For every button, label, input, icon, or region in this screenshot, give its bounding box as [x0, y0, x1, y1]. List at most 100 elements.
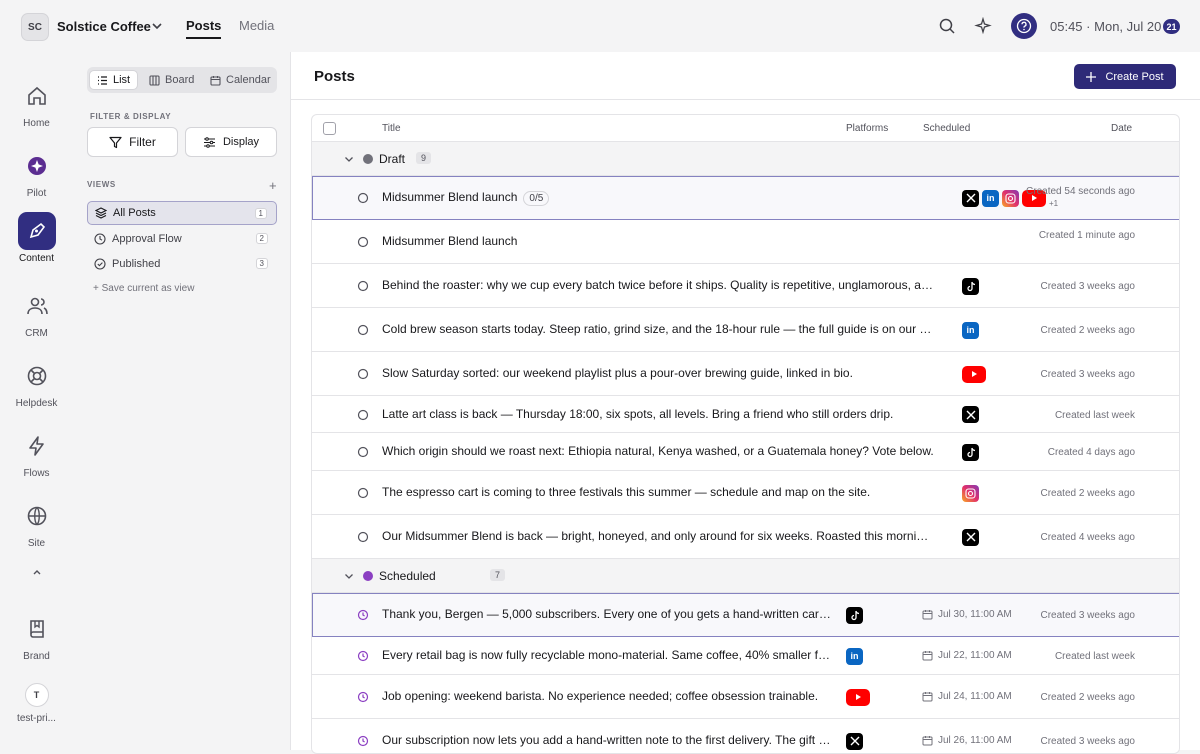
platforms-more: +1 [1049, 199, 1059, 208]
workspace-name[interactable]: Solstice Coffee [57, 19, 151, 34]
chevron-up-icon [33, 570, 40, 575]
post-title[interactable]: Slow Saturday sorted: our weekend playli… [382, 366, 853, 380]
create-post-button[interactable]: Create Post [1074, 64, 1176, 89]
board-icon [149, 74, 160, 86]
linkedin-icon: in [846, 647, 863, 665]
table-header: Title Platforms Scheduled Date [312, 115, 1179, 142]
rail-item-flows[interactable]: Flows [0, 427, 73, 479]
post-title[interactable]: Our subscription now lets you add a hand… [382, 733, 834, 747]
calendar-icon [922, 692, 933, 702]
view-list-label: List [113, 74, 131, 86]
table-row[interactable]: Which origin should we roast next: Ethio… [312, 433, 1179, 471]
table-row[interactable]: The espresso cart is coming to three fes… [312, 471, 1179, 515]
column-date[interactable]: Date [1111, 123, 1132, 134]
post-title[interactable]: Which origin should we roast next: Ethio… [382, 444, 934, 458]
add-view-button[interactable]: + [269, 178, 277, 193]
table-row[interactable]: Our Midsummer Blend is back — bright, ho… [312, 515, 1179, 559]
post-title[interactable]: The espresso cart is coming to three fes… [382, 485, 870, 499]
chevron-down-icon[interactable] [150, 19, 164, 33]
avatar: T [24, 683, 49, 707]
table-row[interactable]: Midsummer Blend launch 0/5 in +1 Created 54 … [312, 176, 1179, 220]
x-icon [846, 732, 863, 750]
table-row[interactable]: Latte art class is back — Thursday 18:00… [312, 396, 1179, 433]
tab-media[interactable]: Media [239, 18, 274, 37]
scheduled-date-text: Jul 22, 11:00 AM [938, 650, 1012, 661]
group-label: Scheduled [379, 569, 436, 583]
post-title-text: Midsummer Blend launch [382, 234, 518, 248]
post-title[interactable]: Cold brew season starts today. Steep rat… [382, 322, 934, 336]
post-title[interactable]: Thank you, Bergen — 5,000 subscribers. E… [382, 607, 834, 621]
table-row[interactable]: Thank you, Bergen — 5,000 subscribers. E… [312, 593, 1179, 637]
rail-item-helpdesk[interactable]: Helpdesk [0, 357, 73, 409]
rail-item-home[interactable]: Home [0, 77, 73, 129]
column-scheduled[interactable]: Scheduled [923, 123, 970, 134]
post-title[interactable]: Job opening: weekend barista. No experie… [382, 689, 818, 703]
layers-icon [95, 207, 107, 219]
check-circle-icon [94, 258, 106, 270]
view-item-approval-flow[interactable]: Approval Flow 2 [87, 227, 277, 251]
post-title[interactable]: Behind the roaster: why we cup every bat… [382, 278, 934, 292]
youtube-icon [962, 365, 986, 383]
platform-icons [962, 443, 979, 461]
table-row[interactable]: Behind the roaster: why we cup every bat… [312, 264, 1179, 308]
table-row[interactable]: Midsummer Blend launch Created 1 minute a… [312, 220, 1179, 264]
create-post-label: Create Post [1105, 70, 1164, 83]
pilot-icon [18, 147, 56, 185]
instagram-icon [1002, 189, 1019, 207]
filter-icon [109, 136, 122, 148]
globe-icon [18, 497, 56, 535]
rail-item-crm[interactable]: CRM [0, 287, 73, 339]
post-title[interactable]: Every retail bag is now fully recyclable… [382, 648, 834, 662]
view-board-button[interactable]: Board [142, 70, 201, 90]
view-calendar-button[interactable]: Calendar [203, 70, 278, 90]
view-item-published[interactable]: Published 3 [87, 252, 277, 276]
draft-status-icon [357, 487, 369, 499]
view-item-all-posts[interactable]: All Posts 1 [87, 201, 277, 225]
collapse-toggle[interactable] [0, 566, 73, 581]
table-row[interactable]: Slow Saturday sorted: our weekend playli… [312, 352, 1179, 396]
post-title[interactable]: Midsummer Blend launch 0/5 [382, 190, 550, 206]
workspace-avatar[interactable]: SC [21, 13, 49, 41]
main-panel: Posts Create Post Title Platforms Schedu… [290, 52, 1200, 754]
top-bar: SC Solstice Coffee Posts Media 05:45 · M… [0, 0, 1200, 52]
post-title[interactable]: Latte art class is back — Thursday 18:00… [382, 407, 893, 421]
view-list-button[interactable]: List [89, 70, 139, 90]
search-icon[interactable] [938, 17, 956, 35]
rail-item-content[interactable]: Content [0, 212, 73, 264]
user-menu[interactable]: T test-pri... [0, 683, 73, 724]
platform-icons: in [962, 321, 979, 339]
platform-icons [962, 484, 979, 502]
list-icon [98, 75, 107, 85]
created-date: Created 2 weeks ago [1040, 325, 1135, 336]
filter-button[interactable]: Filter [87, 127, 178, 157]
rail-item-pilot[interactable]: Pilot [0, 147, 73, 199]
scheduled-status-icon [357, 609, 369, 621]
sparkle-icon[interactable] [974, 17, 992, 35]
scheduled-date: Jul 30, 11:00 AM [922, 609, 1012, 620]
help-button[interactable] [1011, 13, 1037, 39]
group-header-scheduled[interactable]: Scheduled 7 [312, 559, 1179, 593]
main-header: Posts Create Post [291, 52, 1200, 100]
rail-item-site[interactable]: Site [0, 497, 73, 549]
status-dot [363, 571, 373, 581]
post-title-text: Every retail bag is now fully recyclable… [382, 648, 834, 662]
group-header-draft[interactable]: Draft 9 [312, 142, 1179, 176]
tab-posts[interactable]: Posts [186, 18, 222, 39]
table-row[interactable]: Job opening: weekend barista. No experie… [312, 675, 1179, 719]
column-title[interactable]: Title [382, 123, 401, 134]
table-row[interactable]: Every retail bag is now fully recyclable… [312, 637, 1179, 675]
post-title[interactable]: Our Midsummer Blend is back — bright, ho… [382, 529, 934, 543]
post-title[interactable]: Midsummer Blend launch [382, 234, 517, 248]
save-view-button[interactable]: + Save current as view [93, 283, 194, 294]
tiktok-icon [962, 443, 979, 461]
x-icon [962, 528, 979, 546]
table-row[interactable]: Our subscription now lets you add a hand… [312, 719, 1179, 753]
platform-icons [962, 277, 979, 295]
created-date: Created last week [1054, 651, 1135, 662]
rail-label: Site [27, 538, 46, 549]
table-row[interactable]: Cold brew season starts today. Steep rat… [312, 308, 1179, 352]
display-button[interactable]: Display [185, 127, 277, 157]
select-all-checkbox[interactable] [323, 122, 336, 135]
rail-item-brand[interactable]: Brand [0, 610, 73, 662]
column-platforms[interactable]: Platforms [846, 123, 888, 134]
